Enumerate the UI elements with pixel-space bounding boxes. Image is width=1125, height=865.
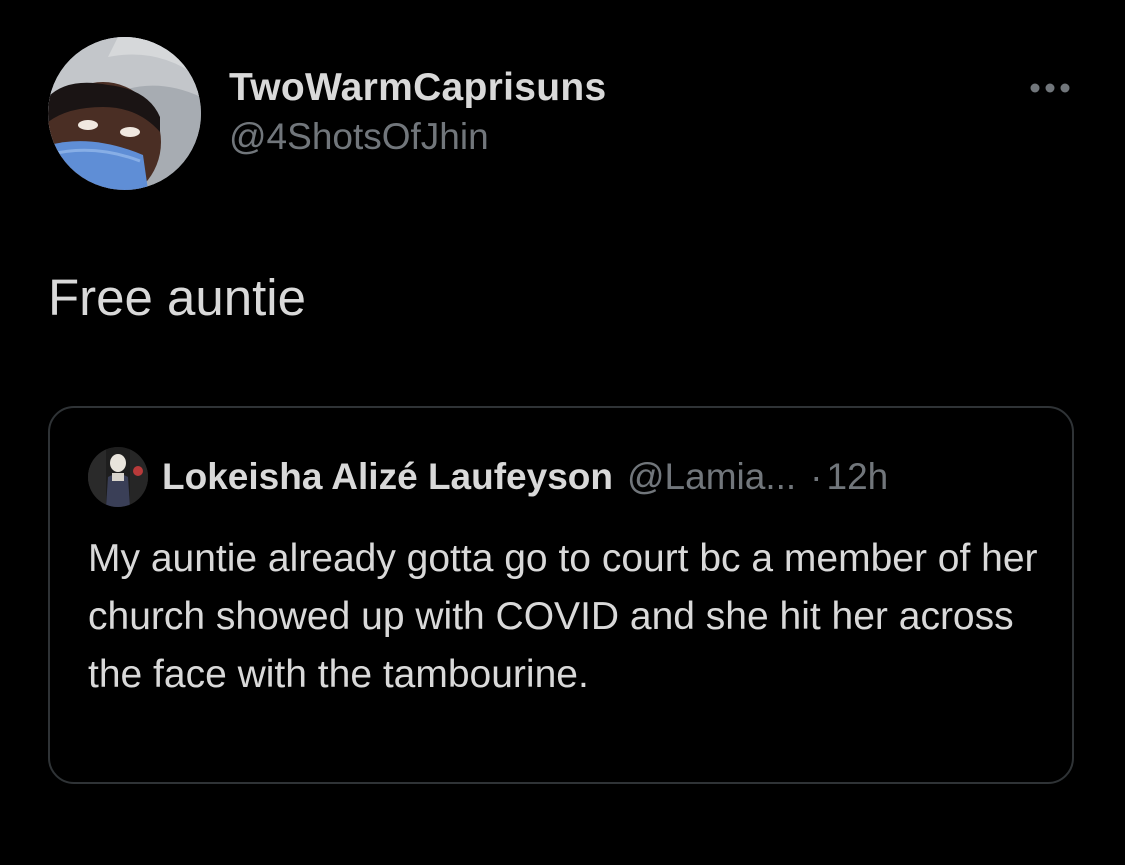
more-horizontal-icon <box>1030 83 1070 93</box>
quoted-tweet-header: Lokeisha Alizé Laufeyson @Lamia... · 12h <box>88 446 888 508</box>
quoted-author-avatar-image <box>88 447 148 507</box>
author-display-name[interactable]: TwoWarmCaprisuns <box>229 64 607 112</box>
more-options-button[interactable] <box>1026 74 1074 102</box>
tweet: TwoWarmCaprisuns @4ShotsOfJhin Free aunt… <box>0 0 1125 865</box>
author-info: TwoWarmCaprisuns @4ShotsOfJhin <box>229 64 607 160</box>
quoted-tweet-card[interactable]: Lokeisha Alizé Laufeyson @Lamia... · 12h… <box>48 406 1074 784</box>
quoted-author-handle[interactable]: @Lamia... <box>627 456 796 498</box>
quoted-author-avatar <box>88 447 148 507</box>
quoted-tweet-timestamp[interactable]: 12h <box>827 456 889 498</box>
quoted-author-display-name[interactable]: Lokeisha Alizé Laufeyson <box>162 456 613 498</box>
author-handle[interactable]: @4ShotsOfJhin <box>229 114 607 160</box>
quoted-tweet-text: My auntie already gotta go to court bc a… <box>88 537 1038 696</box>
author-avatar[interactable] <box>48 37 201 190</box>
tweet-text: Free auntie <box>48 269 306 326</box>
quoted-tweet-separator: · <box>810 456 823 497</box>
author-avatar-image <box>48 37 201 190</box>
